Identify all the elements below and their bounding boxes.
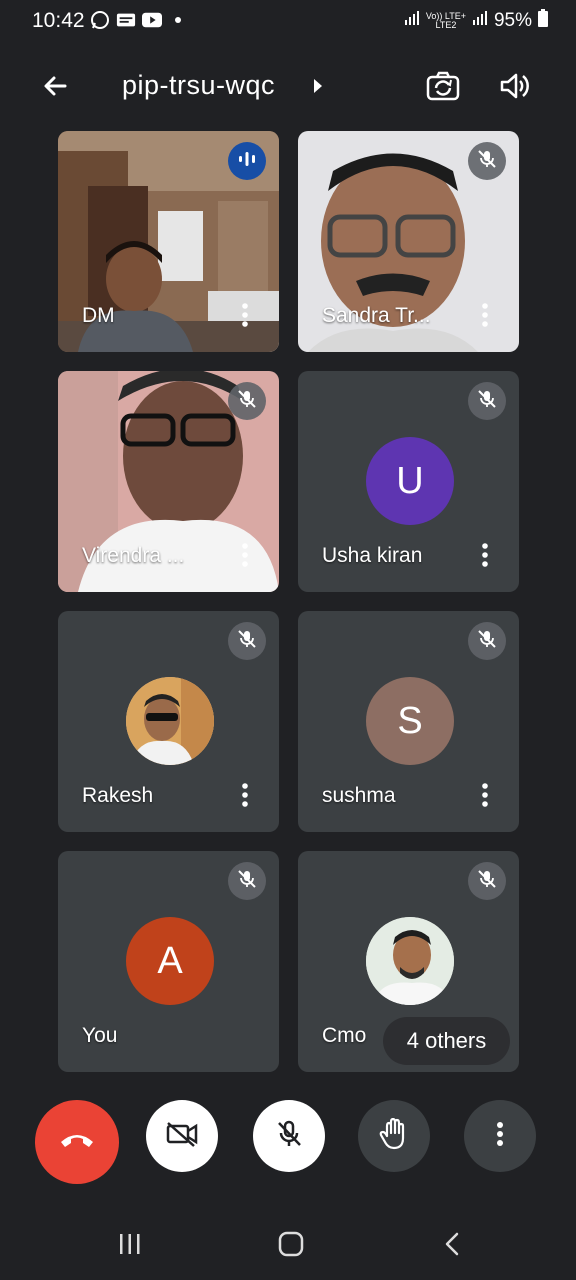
raise-hand-button[interactable]: [358, 1100, 430, 1172]
muted-indicator: [228, 862, 266, 900]
end-call-icon: [59, 1130, 95, 1155]
mic-off-icon: [236, 628, 258, 655]
avatar-initial: S: [397, 699, 423, 742]
meeting-header: pip-trsu-wqc: [0, 50, 576, 120]
mic-toggle-button[interactable]: [253, 1100, 325, 1172]
participant-name: Rakesh: [82, 784, 154, 807]
participant-tile[interactable]: S sushma: [298, 611, 519, 832]
mic-off-icon: [476, 388, 498, 415]
home-icon[interactable]: [278, 1231, 304, 1262]
muted-indicator: [228, 622, 266, 660]
avatar: A: [126, 917, 214, 1005]
status-app-icons: [90, 10, 188, 30]
call-controls: [0, 1100, 576, 1190]
caret-right-icon[interactable]: [312, 78, 324, 99]
others-button[interactable]: 4 others: [383, 1017, 510, 1065]
participant-tile[interactable]: Sandra Tr...: [298, 131, 519, 352]
battery-level: 95%: [493, 10, 532, 31]
status-time: 10:42: [32, 9, 85, 32]
signal-bars-icon: [404, 10, 420, 32]
back-arrow-icon[interactable]: [31, 62, 79, 110]
more-vert-icon[interactable]: [475, 542, 495, 568]
mic-off-icon: [236, 868, 258, 895]
avatar-initial: U: [396, 459, 424, 502]
avatar: [366, 917, 454, 1005]
muted-indicator: [468, 382, 506, 420]
status-indicators: Vo)) LTE+ LTE2 95%: [404, 9, 548, 33]
participant-name: Virendra ...: [82, 544, 185, 567]
participant-name: Cmo: [322, 1024, 367, 1047]
mic-off-icon: [476, 148, 498, 175]
muted-indicator: [468, 142, 506, 180]
raise-hand-icon: [379, 1117, 409, 1155]
system-nav-bar: [0, 1215, 576, 1275]
more-vert-icon: [496, 1121, 504, 1152]
news-app-icon: [116, 10, 136, 30]
signal-bars-icon: [472, 10, 488, 32]
youtube-icon: [142, 10, 162, 30]
participant-tile-self[interactable]: A You: [58, 851, 279, 1072]
more-vert-icon[interactable]: [475, 782, 495, 808]
participant-name: Sandra Tr...: [322, 304, 431, 327]
back-nav-icon[interactable]: [442, 1231, 462, 1262]
more-vert-icon[interactable]: [235, 782, 255, 808]
whatsapp-icon: [90, 10, 110, 30]
more-options-button[interactable]: [464, 1100, 536, 1172]
muted-indicator: [468, 862, 506, 900]
speaker-icon[interactable]: [491, 62, 539, 110]
speaking-indicator: [228, 142, 266, 180]
mic-off-icon: [476, 628, 498, 655]
end-call-button[interactable]: [35, 1100, 119, 1184]
avatar-photo: [366, 917, 454, 1005]
muted-indicator: [468, 622, 506, 660]
audio-wave-icon: [237, 149, 257, 174]
participant-tile[interactable]: Rakesh: [58, 611, 279, 832]
meeting-code[interactable]: pip-trsu-wqc: [122, 70, 275, 101]
network-type: Vo)) LTE+ LTE2: [426, 12, 466, 30]
participant-name: Usha kiran: [322, 544, 423, 567]
avatar-initial: A: [157, 939, 183, 982]
avatar: S: [366, 677, 454, 765]
more-vert-icon[interactable]: [235, 302, 255, 328]
participant-tile[interactable]: DM: [58, 131, 279, 352]
more-vert-icon[interactable]: [475, 302, 495, 328]
camera-toggle-button[interactable]: [146, 1100, 218, 1172]
participant-tile[interactable]: Virendra ...: [58, 371, 279, 592]
mic-off-icon: [236, 388, 258, 415]
avatar-photo: [126, 677, 214, 765]
camera-off-icon: [165, 1121, 199, 1152]
battery-icon: [538, 9, 548, 33]
participant-name: DM: [82, 304, 115, 327]
network-bottom: LTE2: [435, 20, 457, 30]
notification-dot-icon: [168, 10, 188, 30]
mic-off-icon: [476, 868, 498, 895]
avatar: U: [366, 437, 454, 525]
status-bar: 10:42 Vo)) LTE+ LTE2 95%: [0, 0, 576, 42]
others-label: 4 others: [406, 1028, 487, 1053]
more-vert-icon[interactable]: [235, 542, 255, 568]
switch-camera-icon[interactable]: [419, 62, 467, 110]
recent-apps-icon[interactable]: [118, 1232, 142, 1261]
participant-name: You: [82, 1024, 118, 1047]
muted-indicator: [228, 382, 266, 420]
participant-tile[interactable]: U Usha kiran: [298, 371, 519, 592]
avatar: [126, 677, 214, 765]
participant-name: sushma: [322, 784, 396, 807]
mic-off-icon: [274, 1119, 304, 1154]
